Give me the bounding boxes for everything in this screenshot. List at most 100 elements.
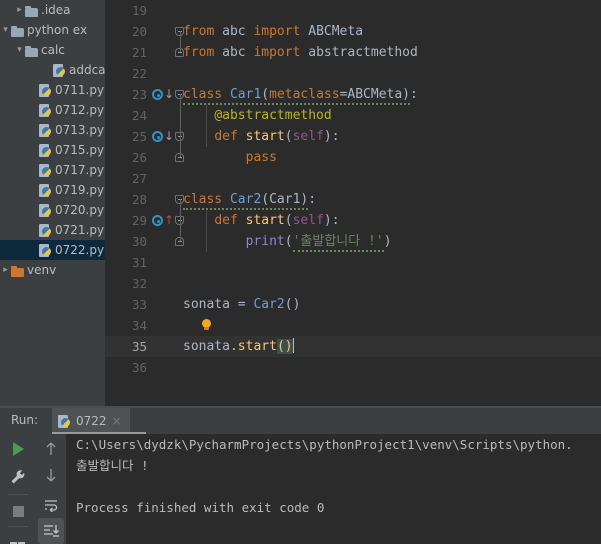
tree-item-0719-py[interactable]: 0719.py xyxy=(0,180,105,200)
python-file-icon xyxy=(39,164,52,177)
tree-item-label: 0719.py xyxy=(55,183,105,197)
run-class-icon[interactable]: ↓ xyxy=(152,88,174,102)
code-text: class Car1(metaclass=ABCMeta): xyxy=(183,84,418,105)
fold-connector xyxy=(179,31,181,52)
line-number: 34 xyxy=(131,318,147,333)
tree-item-label: addca xyxy=(69,63,105,77)
indent-guide xyxy=(206,105,207,147)
code-line-27[interactable]: 27 xyxy=(105,168,601,189)
run-method-icon[interactable]: ↓ xyxy=(152,130,174,144)
line-number: 25 xyxy=(131,129,147,144)
line-number: 33 xyxy=(131,297,147,312)
console-lines: C:\Users\dydzk\PycharmProjects\pythonPro… xyxy=(66,434,601,518)
soft-wrap-icon[interactable] xyxy=(38,492,64,518)
line-number: 22 xyxy=(131,66,147,81)
tree-item-label: 0720.py xyxy=(55,203,105,217)
python-file-icon xyxy=(58,414,71,428)
python-file-icon xyxy=(39,224,52,237)
tree-item-0717-py[interactable]: 0717.py xyxy=(0,160,105,180)
override-icon[interactable]: ↑ xyxy=(152,214,174,228)
toolbar-separator-2 xyxy=(8,526,28,527)
chevron-right-icon[interactable]: ▸ xyxy=(0,260,11,280)
code-line-32[interactable]: 32 xyxy=(105,273,601,294)
fold-connector xyxy=(179,199,181,241)
run-console-output[interactable]: C:\Users\dydzk\PycharmProjects\pythonPro… xyxy=(66,434,601,544)
code-text: from abc import ABCMeta xyxy=(183,24,364,39)
toolbar-separator xyxy=(8,494,28,495)
tree-item-label: venv xyxy=(27,263,57,277)
tree-item-label: 0717.py xyxy=(55,163,105,177)
run-tool-window: Run: 0722 × C:\Users\dydzk\PycharmProjec… xyxy=(0,408,601,544)
code-text: from abc import abstractmethod xyxy=(183,45,418,60)
tree-item-label: calc xyxy=(41,43,65,57)
python-file-icon xyxy=(39,144,52,157)
line-number: 31 xyxy=(131,255,147,270)
tree-item-0715-py[interactable]: 0715.py xyxy=(0,140,105,160)
tree-item-label: python ex xyxy=(27,23,88,37)
tree-item-label: .idea xyxy=(41,3,71,17)
console-line-3: Process finished with exit code 0 xyxy=(76,500,325,515)
code-line-33[interactable]: 33 sonata = Car2() xyxy=(105,294,601,315)
tree-item--idea[interactable]: ▸ .idea xyxy=(0,0,105,20)
tree-item-label: 0715.py xyxy=(55,143,105,157)
tree-item-0720-py[interactable]: 0720.py xyxy=(0,200,105,220)
chevron-right-icon[interactable]: ▸ xyxy=(14,0,25,20)
run-tab-0722[interactable]: 0722 × xyxy=(52,408,130,434)
code-line-36[interactable]: 36 xyxy=(105,357,601,378)
python-file-icon xyxy=(53,64,66,77)
project-scrollbar-track xyxy=(0,393,105,406)
line-number: 19 xyxy=(131,3,147,18)
line-number: 28 xyxy=(131,192,147,207)
tree-item-0711-py[interactable]: 0711.py xyxy=(0,80,105,100)
tree-item-addca[interactable]: addca xyxy=(0,60,105,80)
console-line-2 xyxy=(66,476,601,497)
code-text: sonata = Car2() xyxy=(183,297,301,312)
code-line-31[interactable]: 31 xyxy=(105,252,601,273)
line-number: 23 xyxy=(131,87,147,102)
tree-item-0721-py[interactable]: 0721.py xyxy=(0,220,105,240)
scroll-to-end-icon[interactable] xyxy=(38,518,64,544)
run-tab-label: 0722 xyxy=(76,414,107,428)
wrench-icon[interactable] xyxy=(4,464,32,490)
code-editor[interactable]: 19 20 from abc import ABCMeta 21 from abc im… xyxy=(105,0,601,393)
chevron-down-icon[interactable]: ▾ xyxy=(14,40,25,60)
line-number: 29 xyxy=(131,213,147,228)
rerun-icon[interactable] xyxy=(4,436,32,462)
tree-item-0713-py[interactable]: 0713.py xyxy=(0,120,105,140)
code-text: sonata.start() xyxy=(183,338,294,354)
tree-item-label: 0722.py xyxy=(55,243,105,257)
tree-item-0722-py[interactable]: 0722.py xyxy=(0,240,105,260)
stop-icon[interactable] xyxy=(4,498,32,524)
arrow-up-icon[interactable] xyxy=(38,436,64,462)
console-line-0: C:\Users\dydzk\PycharmProjects\pythonPro… xyxy=(76,437,573,452)
tree-item-python-ex[interactable]: ▾ python ex xyxy=(0,20,105,40)
project-tool-window[interactable]: ▸ .idea ▾ python ex ▾ calc addca 0711.py 0712.py… xyxy=(0,0,105,393)
arrow-down-icon[interactable] xyxy=(38,462,64,488)
project-tree[interactable]: ▸ .idea ▾ python ex ▾ calc addca 0711.py 0712.py… xyxy=(0,0,105,280)
code-line-35[interactable]: 35 sonata.start() xyxy=(105,336,601,357)
run-toolbar xyxy=(0,434,36,544)
code-line-22[interactable]: 22 xyxy=(105,63,601,84)
python-file-icon xyxy=(39,104,52,117)
pycharm-window: ▸ .idea ▾ python ex ▾ calc addca 0711.py 0712.py… xyxy=(0,0,601,544)
line-number: 26 xyxy=(131,150,147,165)
tree-item-venv[interactable]: ▸ venv xyxy=(0,260,105,280)
indent-guide xyxy=(206,210,207,252)
python-file-icon xyxy=(39,184,52,197)
python-file-icon xyxy=(39,84,52,97)
chevron-down-icon[interactable]: ▾ xyxy=(0,20,11,40)
folder-icon xyxy=(25,6,38,17)
code-text: print('출발합니다 !') xyxy=(183,231,392,252)
tree-item-0712-py[interactable]: 0712.py xyxy=(0,100,105,120)
close-icon[interactable]: × xyxy=(112,414,122,428)
lightbulb-icon[interactable] xyxy=(201,319,212,332)
layout-icon[interactable] xyxy=(4,530,32,544)
code-line-34[interactable]: 34 xyxy=(105,315,601,336)
code-line-19[interactable]: 19 xyxy=(105,0,601,21)
tree-item-calc[interactable]: ▾ calc xyxy=(0,40,105,60)
python-file-icon xyxy=(39,124,52,137)
line-number: 30 xyxy=(131,234,147,249)
code-lines[interactable]: 19 20 from abc import ABCMeta 21 from abc im… xyxy=(105,0,601,378)
line-number: 20 xyxy=(131,24,147,39)
tree-item-label: 0713.py xyxy=(55,123,105,137)
